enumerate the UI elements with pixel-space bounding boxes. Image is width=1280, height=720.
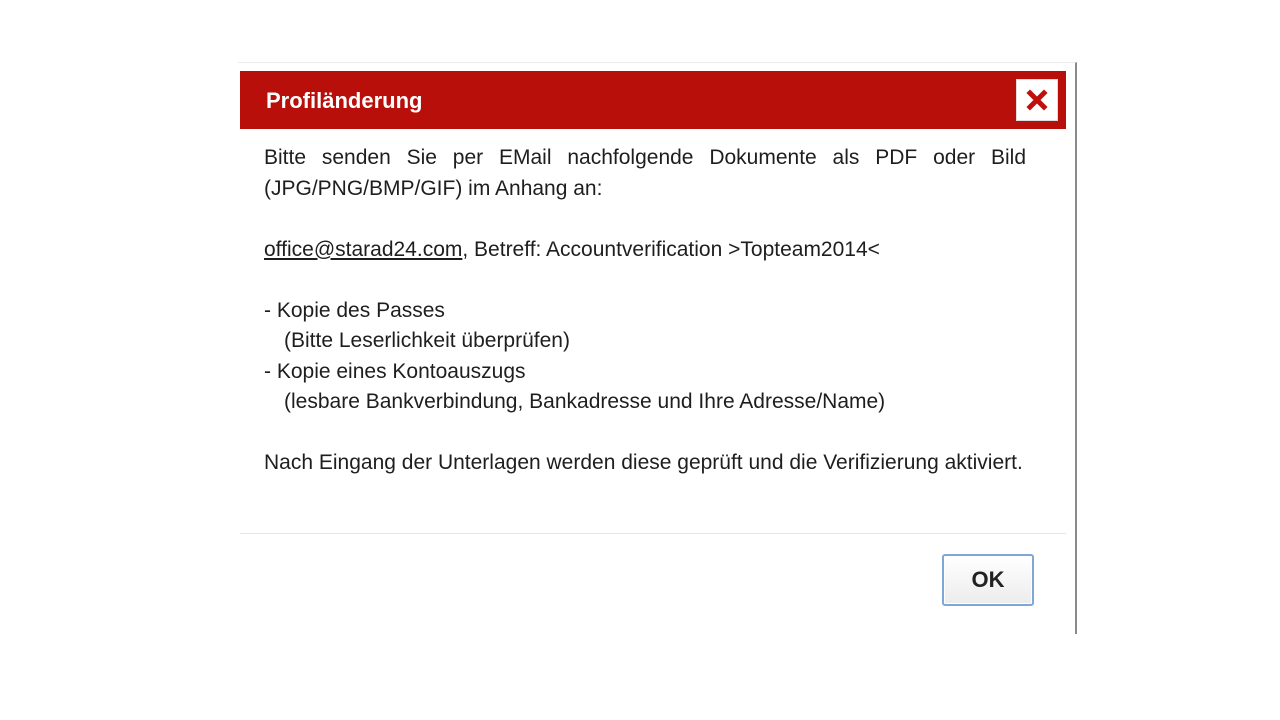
email-link[interactable]: office@starad24.com: [264, 238, 462, 261]
verification-text: Nach Eingang der Unterlagen werden diese…: [264, 451, 1023, 474]
email-line: office@starad24.com, Betreff: Accountver…: [264, 235, 1026, 266]
list-item: - Kopie des Passes: [264, 298, 445, 322]
profile-change-dialog: Profiländerung Bitte senden Sie per EMai…: [238, 62, 1077, 634]
list-item-note: (Bitte Leserlichkeit überprüfen): [284, 329, 570, 352]
close-button[interactable]: [1016, 79, 1058, 121]
list-item-note: (lesbare Bankverbindung, Bankadresse und…: [284, 390, 886, 413]
dialog-titlebar: Profiländerung: [240, 71, 1066, 129]
subject-text: , Betreff: Accountverification >Topteam2…: [462, 237, 880, 261]
footer-divider: [240, 533, 1066, 534]
instruction-text: Bitte senden Sie per EMail nachfolgende …: [264, 146, 1026, 200]
dialog-title: Profiländerung: [266, 88, 423, 113]
list-item: - Kopie eines Kontoauszugs: [264, 359, 526, 383]
close-icon: [1026, 89, 1048, 111]
dialog-content: Bitte senden Sie per EMail nachfolgende …: [264, 143, 1026, 479]
ok-button[interactable]: OK: [942, 554, 1034, 606]
